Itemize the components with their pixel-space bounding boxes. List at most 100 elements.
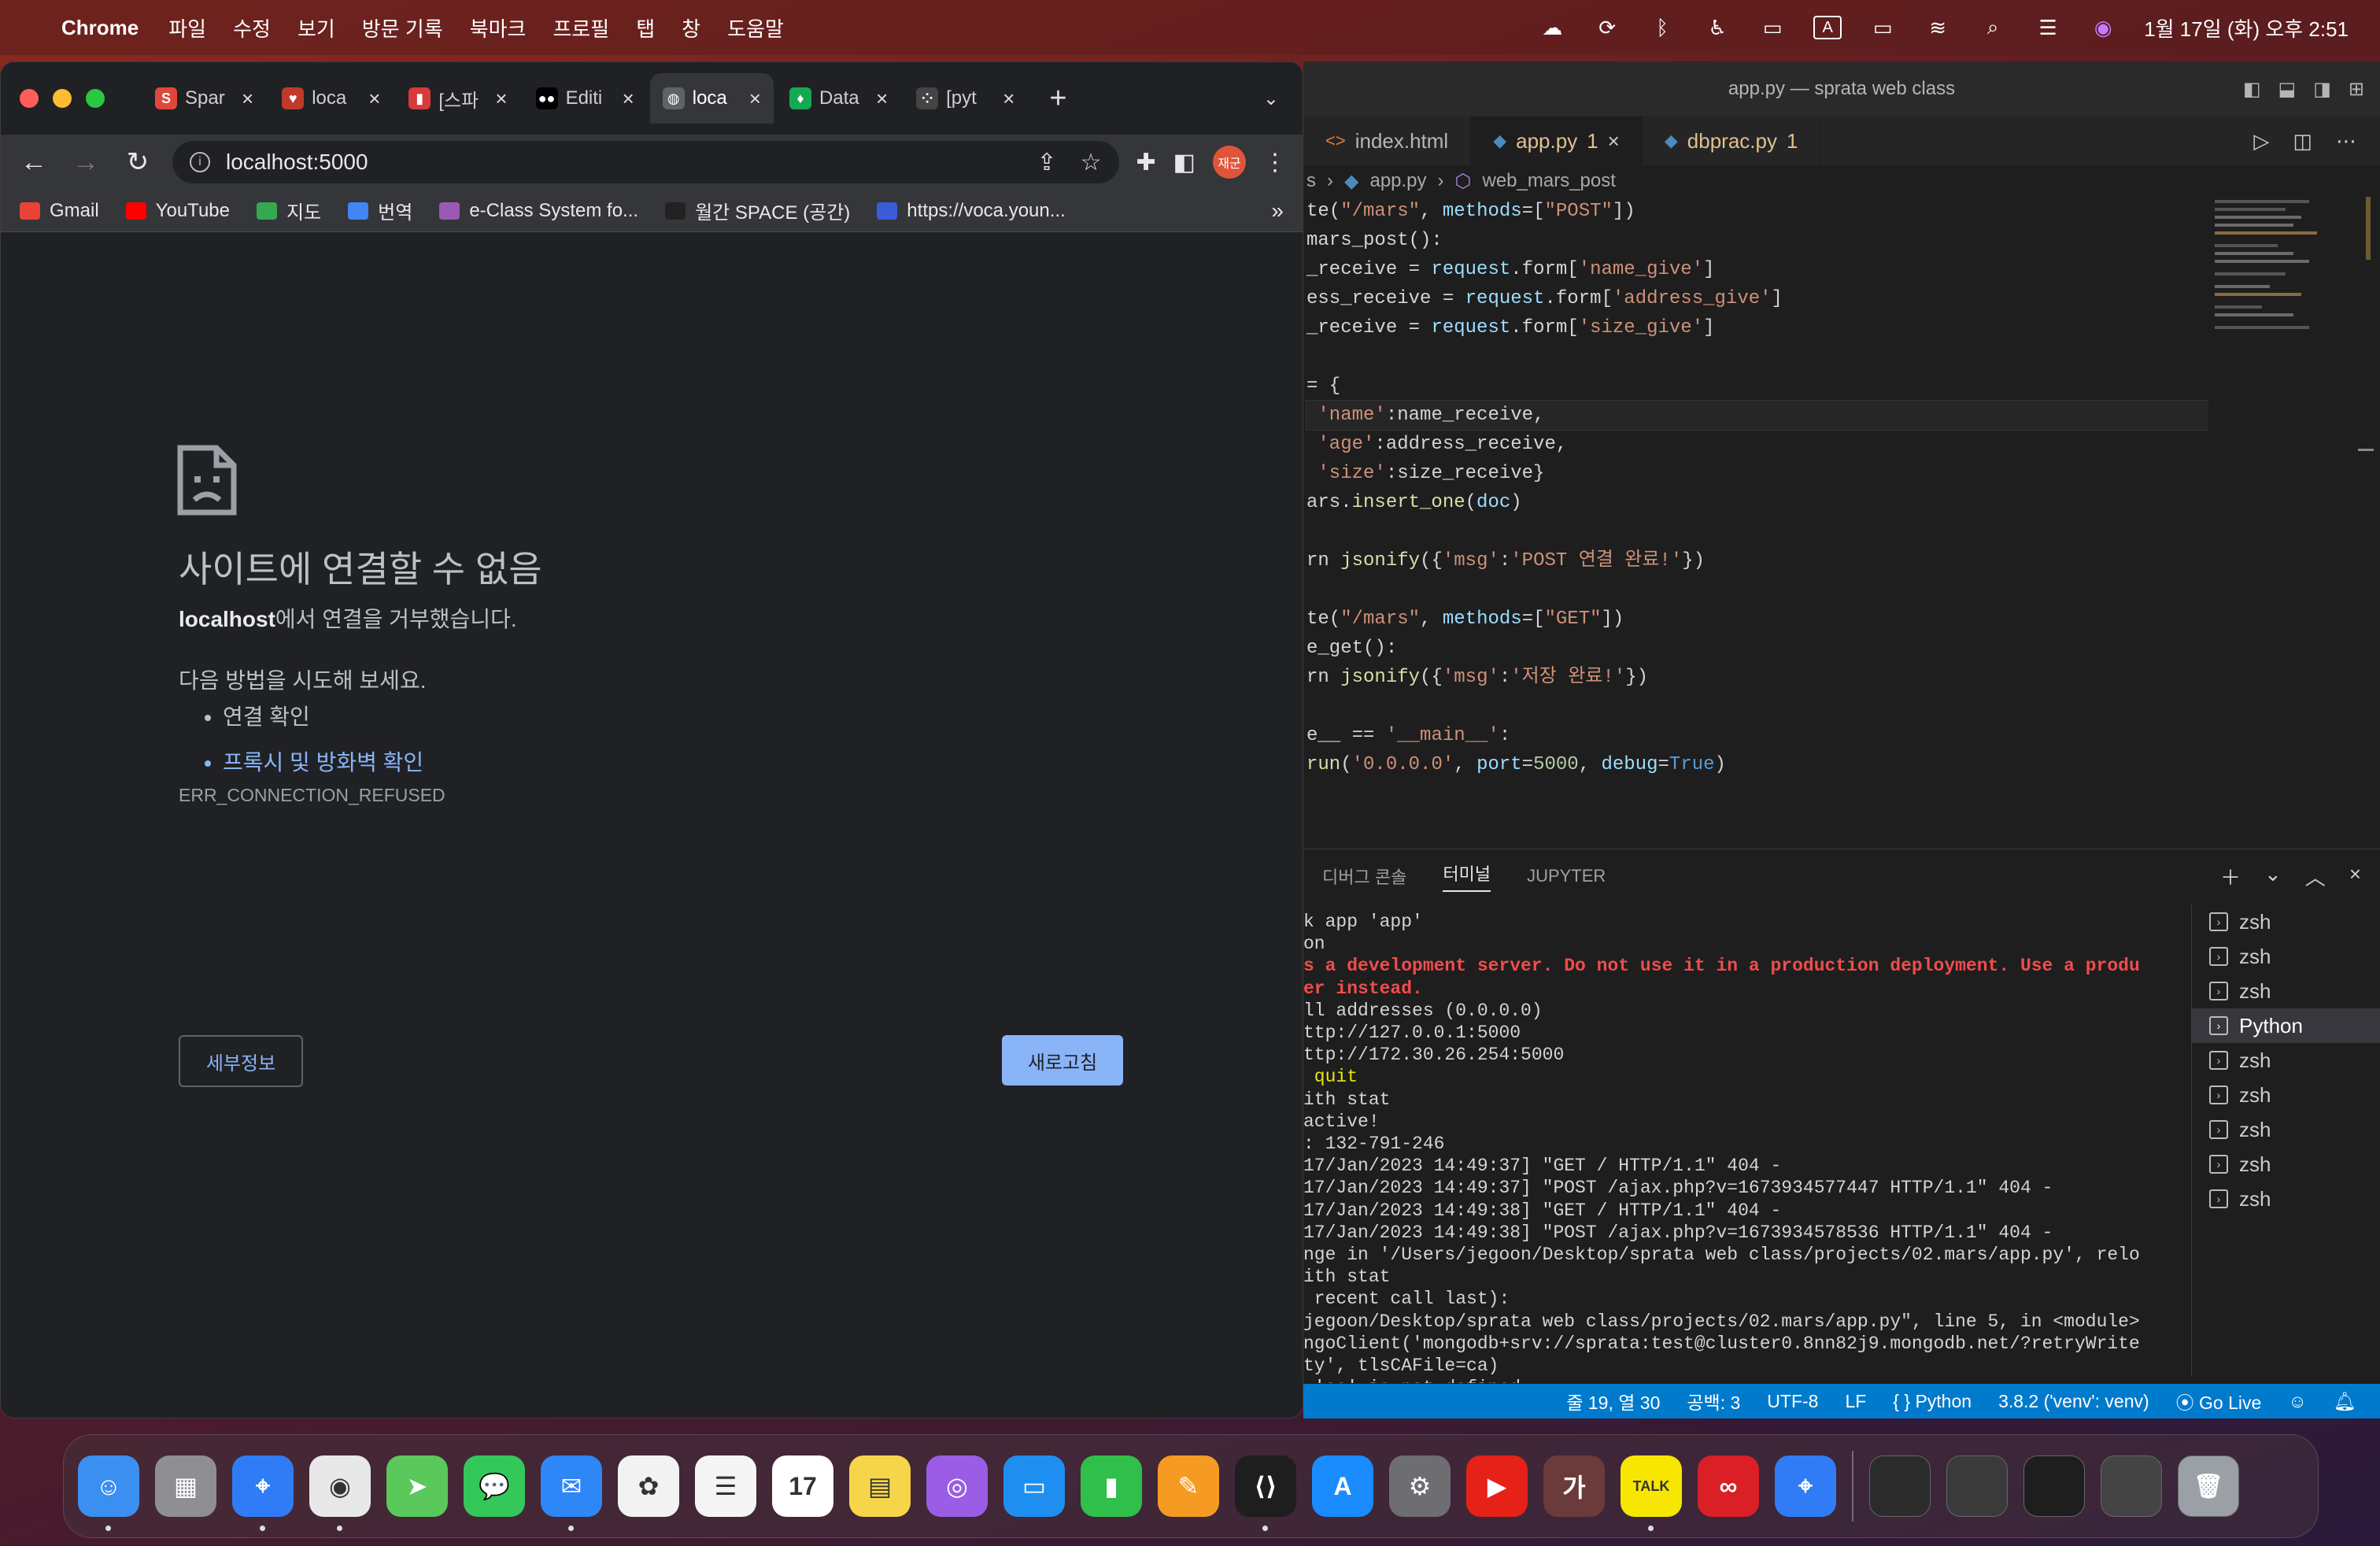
code-line[interactable]: e_get(): xyxy=(1306,634,2208,663)
recent-window-3-icon[interactable] xyxy=(2023,1455,2085,1517)
code-line[interactable]: 'age':address_receive, xyxy=(1306,430,2208,459)
maximize-panel-icon[interactable]: ︿ xyxy=(2305,862,2326,891)
close-tab-icon[interactable]: × xyxy=(749,87,761,111)
new-terminal-icon[interactable]: ＋ xyxy=(2220,862,2241,891)
battery-icon[interactable]: ▭ xyxy=(1868,16,1897,39)
cloud-sync-icon[interactable]: ⟳ xyxy=(1593,16,1621,39)
code-line[interactable]: = { xyxy=(1306,372,2208,401)
address-bar[interactable]: i localhost:5000 ⇪ ☆ xyxy=(172,141,1119,183)
toggle-panel-icon[interactable]: ⬓ xyxy=(2278,78,2297,101)
trash-icon[interactable]: 🗑︎ xyxy=(2178,1455,2239,1517)
code-line[interactable]: rn jsonify({'msg':'POST 연결 완료!'}) xyxy=(1306,546,2208,575)
breadcrumb-folder[interactable]: s xyxy=(1306,170,1316,192)
close-window-button[interactable] xyxy=(20,89,39,108)
language-mode[interactable]: { } Python xyxy=(1893,1391,1972,1412)
bookmarks-overflow-icon[interactable]: » xyxy=(1271,198,1284,224)
code-line[interactable]: 'size':size_receive} xyxy=(1306,459,2208,488)
tab-debug-console[interactable]: 디버그 콘솔 xyxy=(1322,864,1406,889)
go-live-button[interactable]: ⦿ Go Live xyxy=(2176,1388,2262,1415)
feedback-icon[interactable]: ☺ xyxy=(2288,1391,2306,1412)
hangul-icon[interactable]: 가 xyxy=(1543,1455,1605,1517)
close-tab-icon[interactable]: × xyxy=(242,87,253,111)
code-line[interactable]: rn jsonify({'msg':'저장 완료!'}) xyxy=(1306,663,2208,692)
youtube-player-icon[interactable]: ▶ xyxy=(1466,1455,1528,1517)
mail-icon[interactable]: ✉ xyxy=(541,1455,602,1531)
profile-avatar[interactable]: 재군 xyxy=(1213,146,1246,179)
photos-icon[interactable]: ✿ xyxy=(618,1455,679,1517)
code-line[interactable]: _receive = request.form['size_give'] xyxy=(1306,313,2208,342)
browser-tab[interactable]: ⁘ [pyt × xyxy=(904,73,1027,124)
minimap[interactable] xyxy=(2208,197,2374,803)
editor-tab-index-html[interactable]: <> index.html xyxy=(1303,117,1472,165)
safari-download-icon[interactable]: ⌖ xyxy=(1775,1455,1836,1517)
reminders-icon[interactable]: ☰ xyxy=(695,1455,756,1517)
close-tab-icon[interactable]: × xyxy=(623,87,634,111)
encoding[interactable]: UTF-8 xyxy=(1767,1391,1818,1412)
close-tab-icon[interactable]: × xyxy=(368,87,380,111)
input-source-icon[interactable]: A xyxy=(1813,16,1842,39)
python-interpreter[interactable]: 3.8.2 ('venv': venv) xyxy=(1998,1391,2149,1412)
breadcrumb-symbol[interactable]: web_mars_post xyxy=(1482,170,1615,192)
menu-item[interactable]: 파일 xyxy=(168,13,206,43)
side-panel-icon[interactable]: ◧ xyxy=(1173,149,1196,176)
reload-button[interactable]: ↻ xyxy=(120,146,155,178)
recent-window-4-icon[interactable] xyxy=(2101,1455,2162,1517)
terminal-instance[interactable]: › Python xyxy=(2192,1008,2380,1043)
new-tab-button[interactable]: + xyxy=(1049,82,1066,116)
url-text[interactable]: localhost:5000 xyxy=(226,150,368,175)
more-actions-icon[interactable]: ⋯ xyxy=(2336,129,2356,153)
chrome-icon[interactable]: ◉ xyxy=(309,1455,371,1531)
close-tab-icon[interactable]: × xyxy=(495,87,507,111)
code-line[interactable]: te("/mars", methods=["POST"]) xyxy=(1306,197,2208,226)
maps-icon[interactable]: ➤ xyxy=(386,1455,448,1517)
messages-icon[interactable]: 💬 xyxy=(464,1455,525,1517)
bookmark-star-icon[interactable]: ☆ xyxy=(1081,149,1102,176)
terminal-instance[interactable]: › zsh xyxy=(2192,939,2380,974)
forward-button[interactable]: → xyxy=(68,147,103,178)
reload-page-button[interactable]: 새로고침 xyxy=(1002,1035,1123,1086)
system-settings-icon[interactable]: ⚙ xyxy=(1389,1455,1451,1517)
code-editor[interactable]: te("/mars", methods=["POST"]) mars_post()… xyxy=(1303,197,2208,803)
code-line[interactable]: 'name':name_receive, xyxy=(1306,400,2208,431)
code-line[interactable]: _receive = request.form['name_give'] xyxy=(1306,255,2208,284)
terminal-output[interactable]: k app 'app' on s a development server. Do … xyxy=(1303,911,2177,1383)
extensions-icon[interactable]: ✚ xyxy=(1136,149,1156,176)
details-button[interactable]: 세부정보 xyxy=(179,1035,303,1087)
bookmark-item[interactable]: https://voca.youn... xyxy=(877,197,1066,224)
minimize-window-button[interactable] xyxy=(53,89,72,108)
app-store-icon[interactable]: A xyxy=(1312,1455,1373,1517)
terminal-instance[interactable]: › zsh xyxy=(2192,1112,2380,1147)
menu-item[interactable]: 보기 xyxy=(298,13,335,43)
launchpad-icon[interactable]: ▦ xyxy=(155,1455,216,1517)
calendar-icon[interactable]: 17 xyxy=(772,1455,833,1517)
terminal-instance[interactable]: › zsh xyxy=(2192,1147,2380,1182)
bookmark-item[interactable]: 월간 SPACE (공간) xyxy=(665,197,850,224)
share-icon[interactable]: ⇪ xyxy=(1037,149,1056,176)
control-center-icon[interactable]: ☰ xyxy=(2034,16,2062,39)
indentation[interactable]: 공백: 3 xyxy=(1687,1388,1740,1415)
terminal-instance[interactable]: › zsh xyxy=(2192,1182,2380,1216)
split-editor-icon[interactable]: ◫ xyxy=(2293,129,2312,153)
pages-icon[interactable]: ✎ xyxy=(1158,1455,1219,1517)
browser-tab[interactable]: ◍ loca × xyxy=(649,73,774,124)
menu-item[interactable]: 프로필 xyxy=(552,13,609,43)
cursor-position[interactable]: 줄 19, 열 30 xyxy=(1566,1388,1660,1415)
code-line[interactable]: mars_post(): xyxy=(1306,226,2208,255)
menu-item[interactable]: 방문 기록 xyxy=(362,13,443,43)
creative-cloud-icon[interactable]: ☁ xyxy=(1538,16,1566,39)
menu-item[interactable]: 탭 xyxy=(636,13,655,43)
close-panel-icon[interactable]: × xyxy=(2349,862,2361,891)
vscode-icon[interactable]: ⟨⟩ xyxy=(1235,1455,1296,1531)
kakaotalk-icon[interactable]: TALK xyxy=(1621,1455,1682,1531)
end-of-line[interactable]: LF xyxy=(1845,1391,1866,1412)
close-tab-icon[interactable]: × xyxy=(1608,129,1620,153)
editor-tab-dbprac-py[interactable]: ◆ dbprac.py 1 xyxy=(1643,117,1821,165)
toggle-sidebar-icon[interactable]: ◧ xyxy=(2243,78,2261,101)
recent-window-1-icon[interactable] xyxy=(1869,1455,1931,1517)
customize-layout-icon[interactable]: ⊞ xyxy=(2349,78,2364,101)
code-line[interactable] xyxy=(1306,575,2208,605)
spotlight-icon[interactable]: ⌕ xyxy=(1979,15,2007,39)
display-icon[interactable]: ▭ xyxy=(1758,16,1787,39)
safari-icon[interactable]: ⌖ xyxy=(232,1455,294,1531)
close-tab-icon[interactable]: × xyxy=(1003,87,1014,111)
